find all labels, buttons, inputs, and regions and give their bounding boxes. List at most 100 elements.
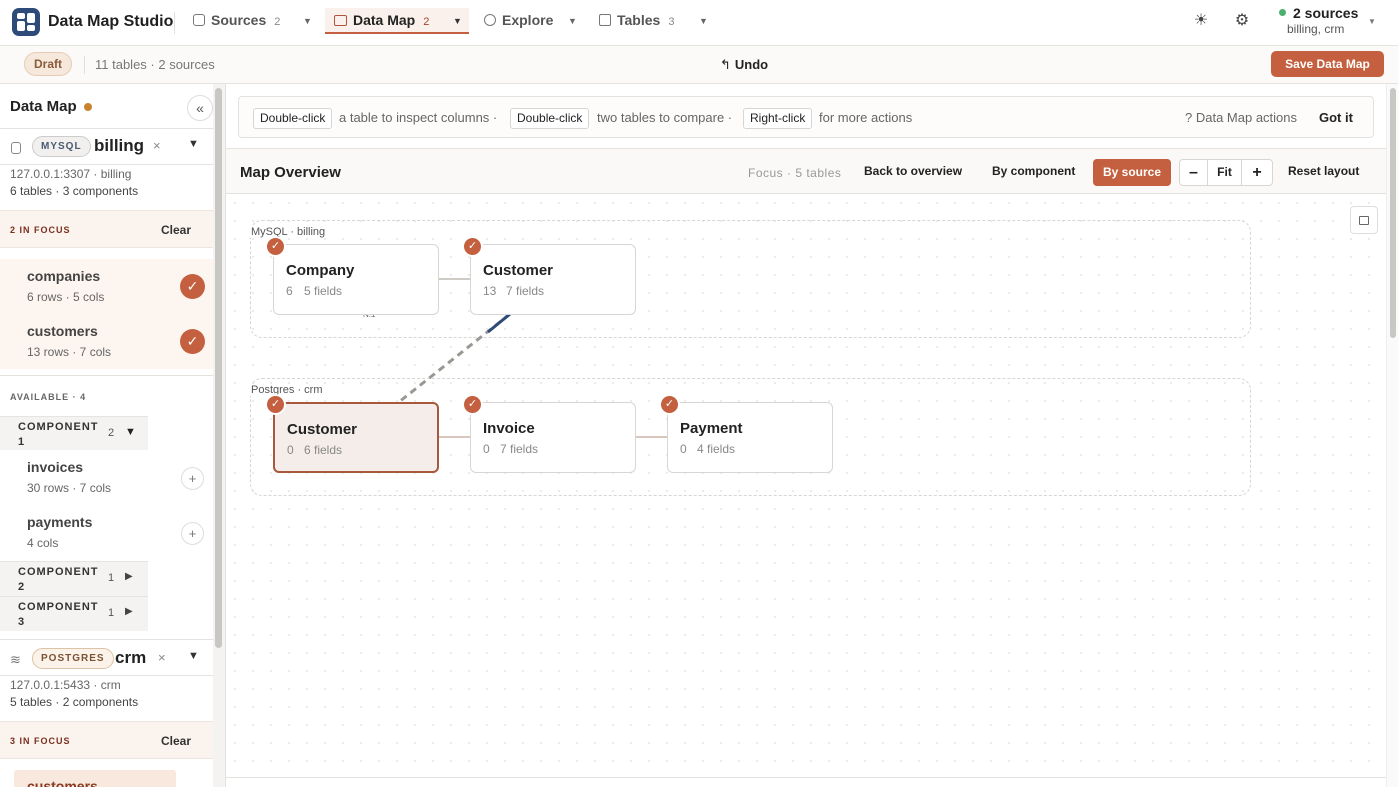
table-node-invoice[interactable]: Invoice 0 7 fields — [470, 402, 636, 473]
checked-icon[interactable]: ✓ — [180, 329, 205, 354]
clear-focus-button[interactable]: Clear — [161, 223, 191, 237]
add-to-focus-icon[interactable]: + — [181, 522, 204, 545]
undo-button[interactable]: ↰ Undo — [720, 57, 768, 73]
focus-table-item[interactable]: customers — [14, 770, 176, 787]
sidebar: Data Map « MYSQL billing × ▼ 127.0.0.1:3… — [0, 84, 226, 787]
status-bar: Draft 11 tables · 2 sources ↰ Undo Save D… — [0, 46, 1398, 84]
reset-layout-button[interactable]: Reset layout — [1288, 164, 1359, 178]
source-meta: 6 tables · 3 components — [10, 184, 139, 198]
chevron-right-icon: ▶ — [125, 606, 133, 617]
chevron-down-icon: ▼ — [453, 16, 462, 26]
table-node-payment[interactable]: Payment 0 4 fields — [667, 402, 833, 473]
source-host: 127.0.0.1:3307 · billing — [10, 167, 132, 181]
sidebar-title: Data Map — [10, 98, 77, 115]
chevron-down-icon: ▼ — [125, 426, 136, 438]
remove-source-icon[interactable]: × — [158, 650, 166, 665]
draft-badge: Draft — [24, 52, 73, 76]
table-node-customer-billing[interactable]: Customer 13 7 fields — [470, 244, 636, 315]
save-data-map-button[interactable]: Save Data Map — [1271, 51, 1384, 77]
zoom-out-button[interactable]: – — [1180, 160, 1208, 185]
source-name: crm — [115, 648, 147, 667]
chevron-down-icon[interactable]: ▼ — [188, 138, 199, 150]
available-table-item[interactable]: payments 4 cols + — [0, 506, 213, 561]
settings-gear-icon[interactable]: ⚙ — [1233, 12, 1251, 30]
scrollbar-thumb[interactable] — [215, 88, 222, 648]
hint-text: for more actions — [819, 110, 913, 125]
focus-count: Focus · 5 tables — [748, 166, 842, 180]
clear-focus-button[interactable]: Clear — [161, 734, 191, 748]
add-to-focus-icon[interactable]: + — [181, 467, 204, 490]
tab-explore[interactable]: Explore — [484, 12, 553, 36]
app-logo-icon — [12, 8, 40, 36]
available-table-item[interactable]: invoices 30 rows · 7 cols + — [0, 451, 213, 506]
layers-icon: ≋ — [10, 652, 21, 667]
checked-icon[interactable]: ✓ — [659, 394, 680, 415]
source-host: 127.0.0.1:5433 · crm — [10, 678, 121, 692]
top-bar: Data Map Studio Sources 2 ▼ Data Map 2 ▼ E… — [0, 0, 1398, 46]
hint-bar: Double-click a table to inspect columns … — [238, 96, 1374, 138]
play-circle-icon — [484, 14, 496, 26]
tab-tables[interactable]: Tables 3 — [599, 12, 674, 36]
checked-icon[interactable]: ✓ — [180, 274, 205, 299]
divider — [0, 639, 213, 640]
checked-icon[interactable]: ✓ — [462, 236, 483, 257]
database-icon — [193, 14, 205, 26]
map-toolbar: Map Overview Focus · 5 tables Back to ov… — [226, 148, 1386, 194]
chevron-down-icon[interactable]: ▼ — [1368, 17, 1376, 26]
unsaved-dot-icon — [84, 103, 92, 111]
sidebar-scrollbar[interactable] — [213, 84, 225, 787]
kbd-right-click: Right-click — [743, 108, 813, 129]
source-header-billing[interactable]: MYSQL billing × ▼ — [0, 130, 213, 166]
by-source-button[interactable]: By source — [1093, 159, 1171, 186]
zoom-in-button[interactable]: + — [1242, 160, 1272, 185]
focus-header: 2 IN FOCUS Clear — [0, 210, 213, 248]
divider — [0, 164, 213, 165]
map-canvas[interactable]: MySQL · billing Postgres · crm N:1 Compa… — [226, 194, 1386, 777]
fit-button[interactable]: Fit — [1208, 160, 1242, 185]
available-header: AVAILABLE · 4 — [10, 392, 87, 402]
source-type-badge: POSTGRES — [32, 648, 114, 669]
tab-sources[interactable]: Sources 2 — [193, 12, 280, 36]
divider — [84, 56, 85, 74]
divider — [0, 128, 213, 129]
source-meta: 5 tables · 2 components — [10, 695, 139, 709]
main-scrollbar[interactable] — [1386, 84, 1398, 787]
checked-icon[interactable]: ✓ — [265, 236, 286, 257]
database-icon — [11, 142, 21, 154]
source-header-crm[interactable]: ≋ POSTGRES crm × ▼ — [0, 642, 213, 678]
kbd-double-click: Double-click — [253, 108, 333, 129]
remove-source-icon[interactable]: × — [153, 138, 161, 153]
source-name: billing — [94, 136, 145, 155]
map-summary: 11 tables · 2 sources — [95, 57, 215, 72]
undo-icon: ↰ — [720, 57, 731, 72]
kbd-double-click: Double-click — [510, 108, 590, 129]
checked-icon[interactable]: ✓ — [462, 394, 483, 415]
component-group-2[interactable]: COMPONENT 2 1 ▶ — [0, 561, 148, 596]
focus-table-item[interactable]: customers 13 rows · 7 cols ✓ — [0, 314, 213, 369]
table-node-customer-crm[interactable]: Customer 0 6 fields — [273, 402, 439, 473]
checked-icon[interactable]: ✓ — [265, 394, 286, 415]
component-group-3[interactable]: COMPONENT 3 1 ▶ — [0, 596, 148, 631]
hint-text: a table to inspect columns · — [339, 110, 498, 125]
table-grid-icon — [599, 14, 611, 26]
hint-text: two tables to compare · — [597, 110, 733, 125]
component-group-1[interactable]: COMPONENT 1 2 ▼ — [0, 416, 148, 450]
collapse-sidebar-button[interactable]: « — [187, 95, 213, 121]
data-map-actions-link[interactable]: ? Data Map actions — [1185, 110, 1297, 125]
tab-data-map[interactable]: Data Map 2 — [334, 12, 429, 36]
chevron-down-icon: ▼ — [303, 16, 312, 26]
status-dot-icon — [1279, 9, 1286, 16]
back-to-overview-button[interactable]: Back to overview — [864, 164, 962, 178]
chevron-down-icon[interactable]: ▼ — [188, 650, 199, 662]
got-it-button[interactable]: Got it — [1319, 110, 1353, 125]
divider — [174, 12, 175, 34]
focus-table-item[interactable]: companies 6 rows · 5 cols ✓ — [0, 259, 213, 314]
table-node-company[interactable]: Company 6 5 fields — [273, 244, 439, 315]
map-title: Map Overview — [240, 164, 341, 181]
by-component-button[interactable]: By component — [992, 164, 1075, 178]
main-area: Double-click a table to inspect columns … — [226, 84, 1386, 787]
divider — [0, 675, 213, 676]
app-title: Data Map Studio — [48, 13, 174, 30]
theme-sun-icon[interactable]: ☀ — [1192, 12, 1210, 30]
scrollbar-thumb[interactable] — [1390, 88, 1396, 338]
